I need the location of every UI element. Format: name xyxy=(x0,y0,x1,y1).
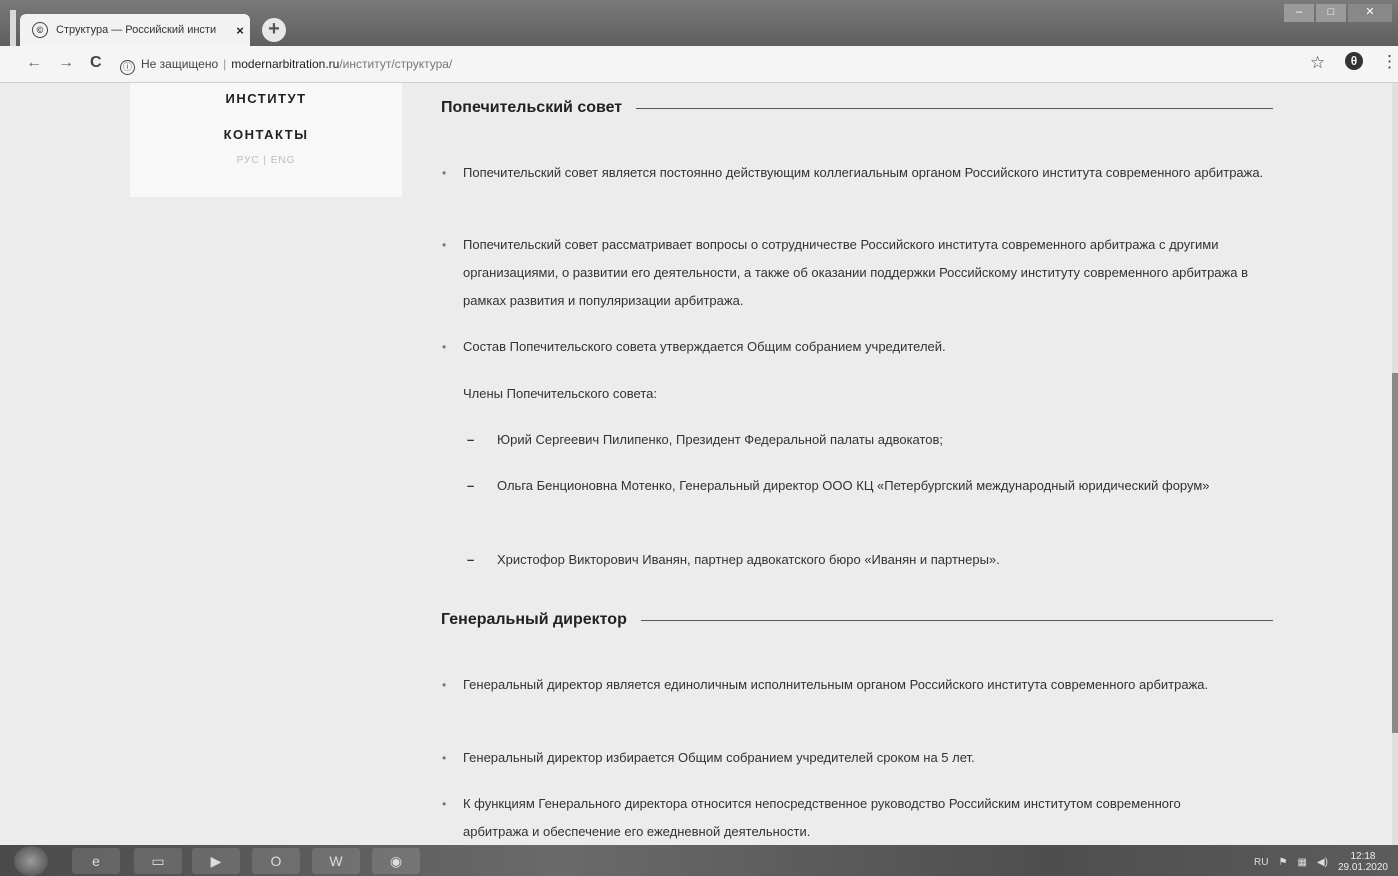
volume-icon[interactable]: ◀) xyxy=(1317,857,1328,868)
os-taskbar: e ▭ ▶ O W ◉ RU ⚑ ▦ ◀) 12:18 29.01.2020 xyxy=(0,845,1398,876)
start-button-icon[interactable] xyxy=(14,846,48,876)
tab-strip-edge xyxy=(10,10,16,46)
url-path: /институт/структура/ xyxy=(339,57,453,71)
media-player-icon[interactable]: ▶ xyxy=(192,848,240,874)
list-item: • Попечительский совет рассматривает воп… xyxy=(442,231,1278,315)
profile-avatar-icon[interactable]: θ xyxy=(1345,52,1363,70)
file-explorer-icon[interactable]: ▭ xyxy=(134,848,182,874)
info-icon[interactable]: ⓘ xyxy=(120,60,135,75)
member-text: Юрий Сергеевич Пилипенко, Президент Феде… xyxy=(497,432,944,447)
browser-tab-active[interactable]: © Структура — Российский инсти × xyxy=(20,14,250,46)
list-item: • Состав Попечительского совета утвержда… xyxy=(442,333,1278,361)
heading-divider xyxy=(640,619,1273,621)
ie-browser-icon[interactable]: e xyxy=(72,848,120,874)
sidebar-menu: ИНСТИТУТ КОНТАКТЫ РУС | ENG xyxy=(130,83,402,197)
bullet-icon: • xyxy=(442,678,447,692)
member-text: Христофор Викторович Иванян, партнер адв… xyxy=(497,552,1000,567)
new-tab-button[interactable]: + xyxy=(262,18,286,42)
dash-icon: – xyxy=(467,478,475,493)
section-title: Генеральный директор xyxy=(441,611,627,628)
word-icon[interactable]: W xyxy=(312,848,360,874)
list-item-text: Генеральный директор является единоличны… xyxy=(463,677,1209,692)
bullet-icon: • xyxy=(442,751,447,765)
window-controls: – □ ✕ xyxy=(1284,4,1392,22)
minimize-button[interactable]: – xyxy=(1284,4,1314,22)
tab-close-icon[interactable]: × xyxy=(230,23,250,38)
bullet-icon: • xyxy=(442,797,447,811)
list-item: • Генеральный директор является единолич… xyxy=(442,671,1278,699)
browser-menu-icon[interactable]: ⋮ xyxy=(1381,52,1398,72)
dash-icon: – xyxy=(467,432,475,447)
bullet-icon: • xyxy=(442,238,447,252)
section-heading-board: Попечительский совет xyxy=(441,99,1273,117)
system-tray: RU ⚑ ▦ ◀) 12:18 29.01.2020 xyxy=(1254,851,1388,873)
network-icon[interactable]: ▦ xyxy=(1297,857,1306,868)
section-title: Попечительский совет xyxy=(441,99,623,116)
member-item: – Христофор Викторович Иванян, партнер а… xyxy=(467,546,1257,574)
list-item: • Генеральный директор избирается Общим … xyxy=(442,744,1278,772)
member-item: – Юрий Сергеевич Пилипенко, Президент Фе… xyxy=(467,426,1257,454)
maximize-button[interactable]: □ xyxy=(1316,4,1346,22)
list-item: • Попечительский совет является постоянн… xyxy=(442,159,1278,187)
bullet-icon: • xyxy=(442,340,447,354)
url-field[interactable]: ⓘ Не защищено | modernarbitration.ru/инстит… xyxy=(120,57,452,75)
chrome-icon[interactable]: ◉ xyxy=(372,848,420,874)
section-heading-director: Генеральный директор xyxy=(441,611,1273,629)
clock-date: 29.01.2020 xyxy=(1337,862,1388,873)
site-favicon-icon: © xyxy=(32,22,48,38)
scrollbar-thumb[interactable] xyxy=(1392,373,1398,733)
heading-divider xyxy=(636,107,1273,109)
address-bar: ← → C ⓘ Не защищено | modernarbitration.ru/… xyxy=(0,46,1398,83)
system-clock[interactable]: 12:18 29.01.2020 xyxy=(1338,851,1388,873)
tab-title: Структура — Российский инсти xyxy=(56,24,217,36)
url-host: modernarbitration.ru xyxy=(231,57,340,71)
clock-time: 12:18 xyxy=(1350,851,1376,862)
dash-icon: – xyxy=(467,552,475,567)
reload-button[interactable]: C xyxy=(90,54,102,72)
back-button[interactable]: ← xyxy=(26,54,42,72)
member-item: – Ольга Бенционовна Мотенко, Генеральный… xyxy=(467,472,1217,500)
language-switch[interactable]: РУС | ENG xyxy=(130,155,402,166)
vertical-scrollbar[interactable] xyxy=(1392,83,1398,845)
page-viewport: ИНСТИТУТ КОНТАКТЫ РУС | ENG Попечительск… xyxy=(0,83,1398,845)
list-item-text: Попечительский совет является постоянно … xyxy=(463,165,1264,180)
close-window-button[interactable]: ✕ xyxy=(1348,4,1392,22)
sidebar-item-contacts[interactable]: КОНТАКТЫ xyxy=(130,127,402,142)
flag-icon[interactable]: ⚑ xyxy=(1278,857,1287,868)
member-text: Ольга Бенционовна Мотенко, Генеральный д… xyxy=(497,478,1210,493)
list-item-text: Состав Попечительского совета утверждает… xyxy=(463,339,946,354)
sidebar-item-institute[interactable]: ИНСТИТУТ xyxy=(130,91,402,106)
outlook-icon[interactable]: O xyxy=(252,848,300,874)
keyboard-language[interactable]: RU xyxy=(1254,857,1268,868)
bookmark-star-icon[interactable]: ☆ xyxy=(1310,53,1325,73)
browser-tab-strip: © Структура — Российский инсти × + – □ ✕ xyxy=(0,0,1398,46)
list-item-text: Попечительский совет рассматривает вопро… xyxy=(463,237,1248,308)
security-label: Не защищено xyxy=(141,57,219,71)
list-item: • К функциям Генерального директора отно… xyxy=(442,790,1243,845)
forward-button[interactable]: → xyxy=(58,54,74,72)
url-separator: | xyxy=(223,57,227,71)
members-title: Члены Попечительского совета: xyxy=(463,386,657,401)
list-item-text: К функциям Генерального директора относи… xyxy=(463,796,1181,839)
list-item-text: Генеральный директор избирается Общим со… xyxy=(463,750,975,765)
bullet-icon: • xyxy=(442,166,447,180)
